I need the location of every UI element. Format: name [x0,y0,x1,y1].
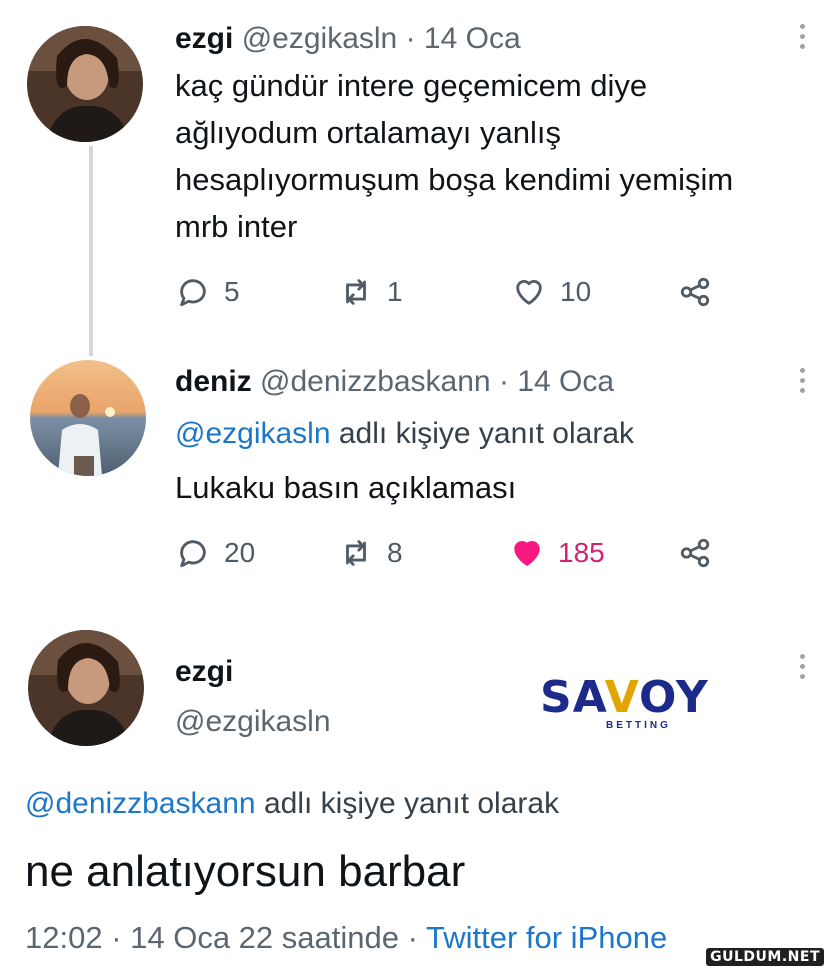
tweet-deniz[interactable]: deniz @denizzbaskann · 14 Oca @ezgikasln… [0,340,828,610]
like-button[interactable]: 10 [512,272,591,312]
avatar-ezgi[interactable] [28,630,144,746]
main-tweet-handle: @ezgikasln [175,704,331,740]
timestamp-text[interactable]: 12:02 · 14 Oca 22 saatinde · [25,920,426,955]
share-button[interactable] [678,533,726,573]
savoy-betting-logo: SAVOY BETTING [540,676,730,736]
tweet-text-line: kaç gündür intere geçemicem diye [175,68,648,103]
user-handle[interactable]: @denizzbaskann [260,365,491,398]
logo-subtitle: BETTING [606,720,671,731]
reply-bubble-icon [180,279,206,307]
retweet-icon [346,540,366,566]
heart-icon [514,541,540,566]
client-link[interactable]: Twitter for iPhone [426,920,667,955]
more-vertical-icon[interactable] [800,24,806,54]
mention-link[interactable]: @ezgikasln [175,417,331,450]
more-vertical-icon[interactable] [800,654,806,684]
user-handle[interactable]: @ezgikasln [175,705,331,738]
like-count: 185 [558,537,605,568]
avatar-deniz[interactable] [30,360,146,476]
tweet-ezgi-1[interactable]: ezgi @ezgikasln · 14 Oca kaç gündür inte… [0,0,828,356]
logo-wordmark: SAVOY [540,676,730,720]
display-name[interactable]: ezgi [175,655,233,688]
tweet-text: Lukaku basın açıklaması [175,470,517,505]
share-icon [680,277,710,307]
woman-portrait-icon [27,26,143,142]
logo-part: SA [540,672,605,723]
tweet-date[interactable]: 14 Oca [517,365,614,398]
retweet-count: 8 [387,537,403,568]
like-button[interactable]: 185 [510,533,605,573]
main-tweet-text: ne anlatıyorsun barbar [25,847,466,896]
retweet-count: 1 [387,276,403,307]
tweet-text-line: mrb inter [175,209,298,244]
tweet-text: kaç gündür intere geçemicem diye ağlıyod… [175,62,775,250]
heart-icon [516,280,542,305]
tweet-header: deniz @denizzbaskann · 14 Oca [175,364,614,400]
logo-part: V [604,672,640,723]
reply-button[interactable]: 5 [176,272,240,312]
like-count: 10 [560,276,592,307]
site-watermark: GULDUM.NET [706,948,824,966]
reply-count: 5 [224,276,240,307]
retweet-button[interactable]: 1 [339,272,403,312]
man-sunset-icon [30,360,146,476]
tweet-timestamp: 12:02 · 14 Oca 22 saatinde · Twitter for… [25,918,667,958]
avatar-ezgi[interactable] [27,26,143,142]
reply-context: @denizzbaskann adlı kişiye yanıt olarak [25,786,559,822]
display-name[interactable]: deniz [175,365,252,398]
separator: · [498,365,509,398]
reply-count: 20 [224,537,256,568]
reply-context: @ezgikasln adlı kişiye yanıt olarak [175,416,634,452]
tweet-date[interactable]: 14 Oca [424,22,521,55]
thread-line [89,146,93,356]
share-icon [680,538,710,568]
tweet-text-line: hesaplıyormuşum boşa kendimi yemişim [175,162,734,197]
reply-context-text: adlı kişiye yanıt olarak [255,787,560,820]
more-vertical-icon[interactable] [800,368,806,398]
reply-bubble-icon [180,540,206,568]
retweet-button[interactable]: 8 [339,533,403,573]
user-handle[interactable]: @ezgikasln [242,22,398,55]
tweet-actions: 20 8 185 [176,533,736,573]
reply-context-text: adlı kişiye yanıt olarak [330,417,635,450]
retweet-icon [346,279,366,305]
tweet-header: ezgi @ezgikasln · 14 Oca [175,21,521,57]
tweet-actions: 5 1 10 [176,272,736,312]
woman-portrait-icon [28,630,144,746]
tweet-text-line: ağlıyodum ortalamayı yanlış [175,115,561,150]
display-name[interactable]: ezgi [175,22,233,55]
share-button[interactable] [678,272,726,312]
mention-link[interactable]: @denizzbaskann [25,787,256,820]
logo-part: OY [639,672,709,723]
separator: · [405,22,416,55]
main-tweet-name: ezgi [175,654,233,690]
reply-button[interactable]: 20 [176,533,255,573]
